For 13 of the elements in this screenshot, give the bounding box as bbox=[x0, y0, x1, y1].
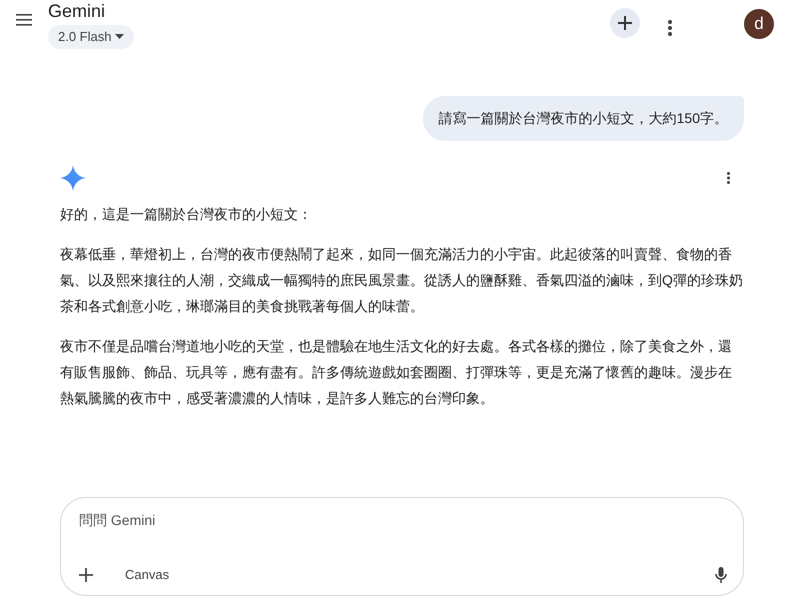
response-paragraph: 好的，這是一篇關於台灣夜市的小短文： bbox=[60, 205, 313, 224]
sparkle-icon bbox=[60, 165, 86, 191]
avatar[interactable]: d bbox=[744, 9, 774, 39]
app-title: Gemini bbox=[48, 0, 106, 22]
caret-icon bbox=[115, 34, 124, 40]
response-paragraph: 夜市不僅是品嚐台灣道地小吃的天堂，也是體驗在地生活文化的好去處。各式各樣的攤位，除了美食之外，還有販售服飾、飾品、玩具等，應有盡有。許多傳統遊戲如套圈圈、打彈珠等，更是充滿了懷舊的趣味。漫步在熱氣騰騰的夜市中，感受著濃濃的人情味，是許多人難忘的台灣印象。 bbox=[60, 337, 733, 408]
canvas-button[interactable]: Canvas bbox=[125, 565, 170, 585]
model-selector[interactable]: 2.0 Flash bbox=[48, 25, 134, 48]
new-chat-button[interactable] bbox=[610, 8, 640, 38]
chat-input[interactable]: 問問 Gemini Canvas bbox=[60, 497, 744, 596]
user-message: 請寫一篇關於台灣夜市的小短文，大約150字。 bbox=[422, 96, 744, 141]
response-paragraph: 夜幕低垂，華燈初上，台灣的夜市便熱鬧了起來，如同一個充滿活力的小宇宙。此起彼落的叫賣聲、食物的香氣、以及熙來攘往的人潮，交織成一幅獨特的庶民風景畫。從誘人的鹽酥雞、香氣四溢的滷味，到Q彈的珍珠奶茶和各式創意小吃，琳瑯滿目的美食挑戰著每個人的味蕾。 bbox=[60, 245, 744, 316]
plus-icon bbox=[618, 16, 632, 30]
